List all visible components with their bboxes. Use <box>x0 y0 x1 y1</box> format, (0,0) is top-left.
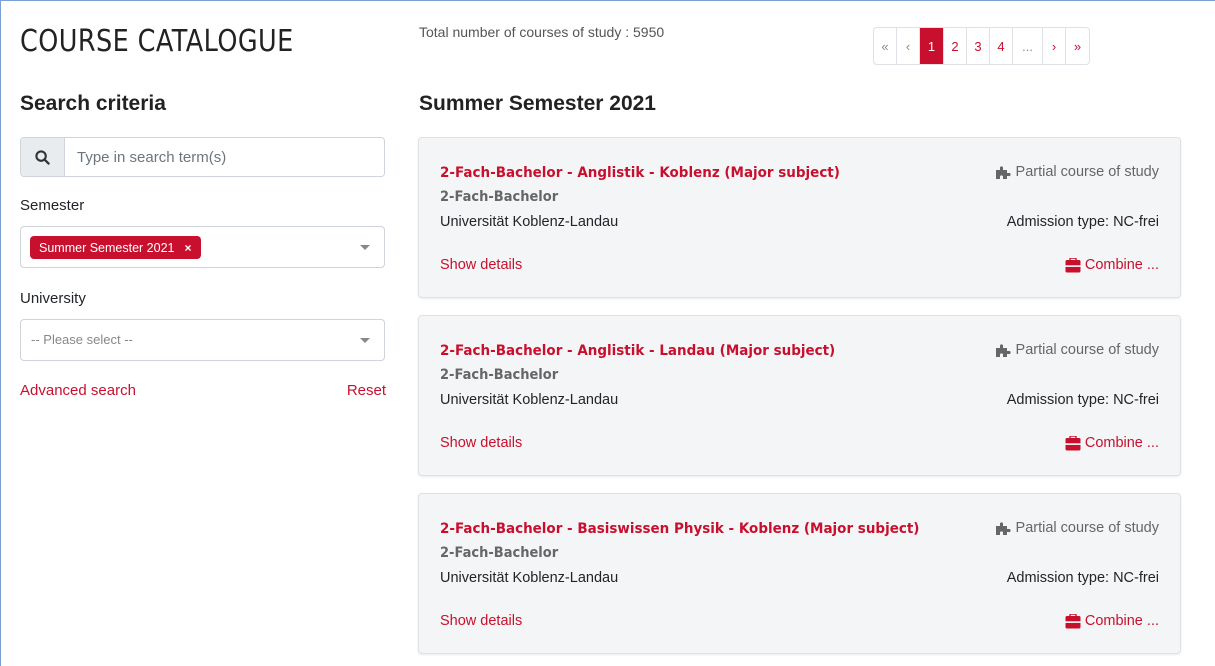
semester-tag: Summer Semester 2021 × <box>30 236 201 259</box>
show-details-link[interactable]: Show details <box>440 257 522 273</box>
search-icon[interactable] <box>21 138 65 176</box>
total-courses-label: Total number of courses of study : 5950 <box>419 24 665 40</box>
page-button-4[interactable]: 4 <box>990 28 1013 64</box>
page-button-2[interactable]: 2 <box>944 28 967 64</box>
university-label: University <box>20 290 86 307</box>
search-criteria-title: Search criteria <box>20 92 166 115</box>
course-card: 2-Fach-Bachelor - Anglistik - Koblenz (M… <box>418 137 1181 298</box>
combine-icon <box>1065 257 1081 272</box>
combine-link[interactable]: Combine ... <box>1065 435 1159 451</box>
next-page-button[interactable]: › <box>1043 28 1066 64</box>
puzzle-icon <box>995 343 1011 357</box>
semester-label: Semester <box>20 197 85 214</box>
course-type-label: Partial course of study <box>1015 164 1159 180</box>
course-type: Partial course of study <box>995 520 1159 536</box>
semester-tag-label: Summer Semester 2021 <box>39 240 175 255</box>
course-type: Partial course of study <box>995 342 1159 358</box>
combine-icon <box>1065 613 1081 628</box>
search-input[interactable] <box>65 138 384 176</box>
course-title-link[interactable]: 2-Fach-Bachelor - Anglistik - Landau (Ma… <box>440 343 835 359</box>
page-ellipsis: ... <box>1013 28 1043 64</box>
course-degree: 2-Fach-Bachelor <box>440 545 559 561</box>
page-button-1[interactable]: 1 <box>920 28 944 64</box>
course-university: Universität Koblenz-Landau <box>440 214 619 230</box>
combine-link[interactable]: Combine ... <box>1065 613 1159 629</box>
course-card: 2-Fach-Bachelor - Basiswissen Physik - K… <box>418 493 1181 654</box>
course-card: 2-Fach-Bachelor - Anglistik - Landau (Ma… <box>418 315 1181 476</box>
first-page-button[interactable]: « <box>874 28 897 64</box>
chevron-down-icon[interactable] <box>360 245 370 250</box>
combine-label: Combine ... <box>1084 613 1159 629</box>
course-degree: 2-Fach-Bachelor <box>440 367 559 383</box>
course-university: Universität Koblenz-Landau <box>440 392 619 408</box>
show-details-link[interactable]: Show details <box>440 435 522 451</box>
chevron-down-icon[interactable] <box>360 338 370 343</box>
combine-label: Combine ... <box>1084 435 1159 451</box>
course-title-link[interactable]: 2-Fach-Bachelor - Anglistik - Koblenz (M… <box>440 165 840 181</box>
course-university: Universität Koblenz-Landau <box>440 570 619 586</box>
semester-select[interactable]: Summer Semester 2021 × <box>20 226 385 268</box>
results-title: Summer Semester 2021 <box>419 92 656 115</box>
combine-link[interactable]: Combine ... <box>1065 257 1159 273</box>
course-type: Partial course of study <box>995 164 1159 180</box>
course-degree: 2-Fach-Bachelor <box>440 189 559 205</box>
course-type-label: Partial course of study <box>1015 342 1159 358</box>
pagination: « ‹ 1 2 3 4 ... › » <box>873 27 1090 65</box>
admission-type: Admission type: NC-frei <box>1006 214 1159 230</box>
reset-link[interactable]: Reset <box>347 382 386 399</box>
remove-tag-button[interactable]: × <box>184 241 191 255</box>
advanced-search-link[interactable]: Advanced search <box>20 382 136 399</box>
puzzle-icon <box>995 521 1011 535</box>
university-select[interactable]: -- Please select -- <box>20 319 385 361</box>
page-button-3[interactable]: 3 <box>967 28 990 64</box>
prev-page-button[interactable]: ‹ <box>897 28 920 64</box>
search-box <box>20 137 385 177</box>
show-details-link[interactable]: Show details <box>440 613 522 629</box>
combine-icon <box>1065 435 1081 450</box>
admission-type: Admission type: NC-frei <box>1006 392 1159 408</box>
puzzle-icon <box>995 165 1011 179</box>
course-title-link[interactable]: 2-Fach-Bachelor - Basiswissen Physik - K… <box>440 521 919 537</box>
page-title: COURSE CATALOGUE <box>20 24 294 59</box>
admission-type: Admission type: NC-frei <box>1006 570 1159 586</box>
last-page-button[interactable]: » <box>1066 28 1089 64</box>
university-placeholder: -- Please select -- <box>31 332 133 347</box>
combine-label: Combine ... <box>1084 257 1159 273</box>
course-type-label: Partial course of study <box>1015 520 1159 536</box>
